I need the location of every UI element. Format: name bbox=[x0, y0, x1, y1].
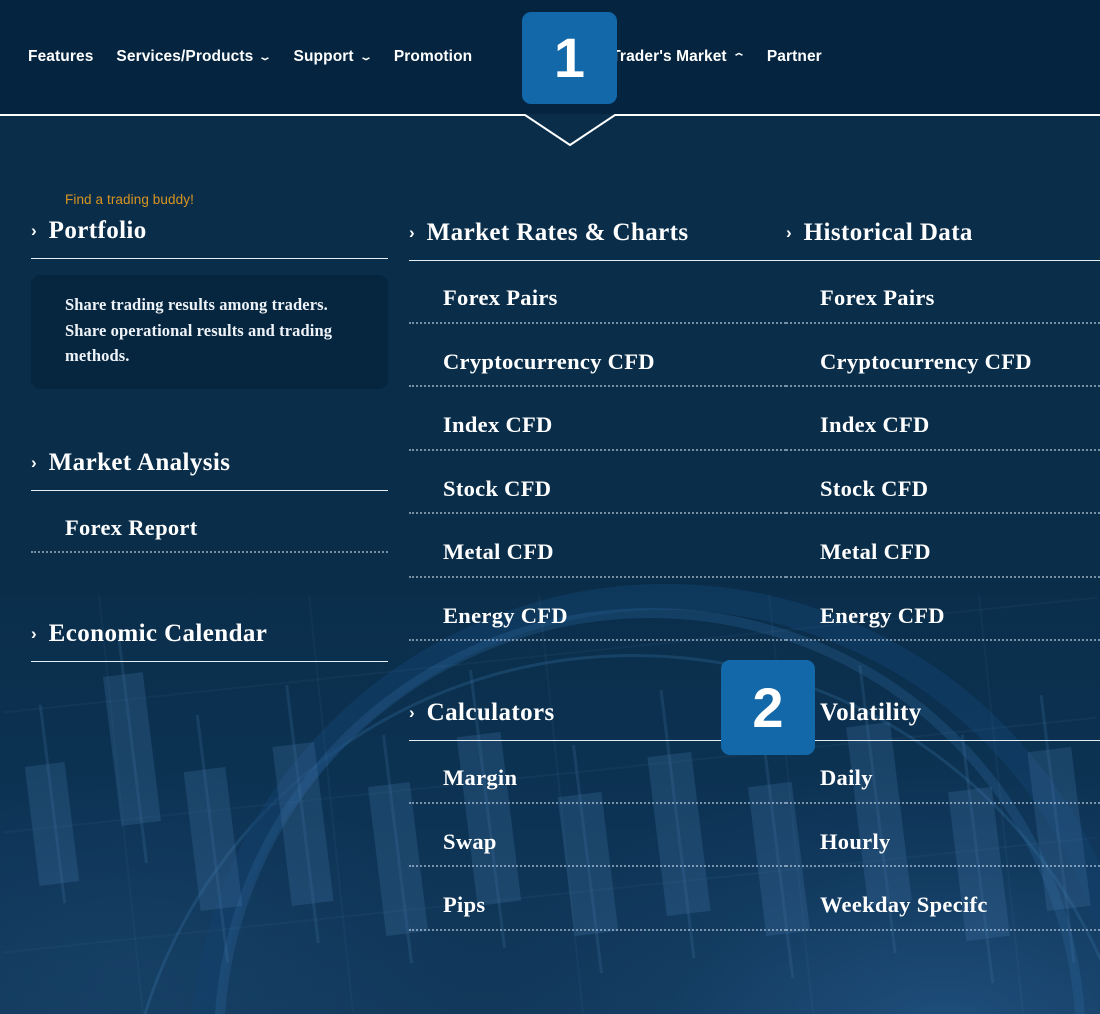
menu-column-middle: › Market Rates & Charts Forex Pairs Cryp… bbox=[409, 114, 786, 931]
nav-item-label: Promotion bbox=[393, 48, 473, 66]
divider-solid bbox=[31, 258, 388, 259]
menu-item-stock-cfd[interactable]: Stock CFD bbox=[820, 477, 1100, 501]
menu-item-hourly[interactable]: Hourly bbox=[820, 830, 1100, 854]
portfolio-description-text: Share trading results among traders. Sha… bbox=[65, 295, 333, 366]
menu-group-title: Calculators bbox=[426, 699, 555, 726]
menu-item-daily[interactable]: Daily bbox=[820, 766, 1100, 790]
menu-item-stock-cfd[interactable]: Stock CFD bbox=[443, 477, 786, 501]
menu-group-title: Market Analysis bbox=[48, 448, 231, 476]
menu-column-right: › Historical Data Forex Pairs Cryptocurr… bbox=[786, 114, 1100, 931]
menu-group-market-analysis[interactable]: › Market Analysis bbox=[31, 449, 388, 477]
menu-column-left: Find a trading buddy! › Portfolio Share … bbox=[31, 114, 388, 663]
menu-group-economic-calendar[interactable]: › Economic Calendar bbox=[31, 620, 388, 648]
nav-item-label: Support bbox=[293, 48, 354, 66]
chevron-down-icon: ⌄ bbox=[258, 51, 273, 63]
portfolio-tagline: Find a trading buddy! bbox=[65, 192, 194, 207]
divider-solid bbox=[31, 661, 388, 663]
chevron-right-icon: › bbox=[31, 221, 37, 240]
menu-group-title: Economic Calendar bbox=[48, 620, 268, 648]
nav-item-services-products[interactable]: Services/Products ⌄ bbox=[116, 48, 273, 66]
step-badge-1-label: 1 bbox=[553, 26, 586, 89]
menu-item-cryptocurrency-cfd[interactable]: Cryptocurrency CFD bbox=[443, 350, 786, 374]
step-badge-1: 1 bbox=[522, 12, 617, 104]
menu-item-forex-pairs[interactable]: Forex Pairs bbox=[443, 286, 786, 310]
menu-item-forex-pairs[interactable]: Forex Pairs bbox=[820, 286, 1100, 310]
nav-item-promotion[interactable]: Promotion bbox=[394, 49, 472, 65]
menu-group-historical-data[interactable]: › Historical Data bbox=[786, 219, 1100, 247]
chevron-right-icon: › bbox=[786, 223, 792, 242]
nav-item-label: Partner bbox=[766, 48, 822, 66]
nav-item-label: Services/Products bbox=[116, 48, 254, 66]
menu-item-margin[interactable]: Margin bbox=[443, 766, 786, 790]
menu-group-portfolio[interactable]: › Portfolio bbox=[31, 217, 388, 245]
portfolio-description-box: Share trading results among traders. Sha… bbox=[31, 275, 388, 389]
menu-item-swap[interactable]: Swap bbox=[443, 830, 786, 854]
nav-item-support[interactable]: Support ⌄ bbox=[293, 48, 374, 66]
menu-item-forex-report[interactable]: Forex Report bbox=[65, 516, 388, 540]
left-tagline-wrap: Find a trading buddy! bbox=[31, 192, 388, 207]
menu-group-title: Portfolio bbox=[48, 217, 147, 244]
menu-group-title: Market Rates & Charts bbox=[426, 219, 689, 246]
chevron-right-icon: › bbox=[31, 452, 37, 472]
menu-item-energy-cfd[interactable]: Energy CFD bbox=[820, 604, 1100, 628]
menu-group-title: Historical Data bbox=[803, 219, 973, 246]
chevron-right-icon: › bbox=[409, 223, 415, 242]
nav-item-label: Features bbox=[28, 48, 94, 66]
menu-item-index-cfd[interactable]: Index CFD bbox=[820, 413, 1100, 437]
chevron-right-icon: › bbox=[31, 624, 37, 644]
mega-menu-content: Find a trading buddy! › Portfolio Share … bbox=[0, 114, 1100, 1014]
nav-item-features[interactable]: Features bbox=[28, 49, 93, 65]
nav-item-traders-market[interactable]: Trader's Market ⌃ bbox=[611, 48, 747, 66]
divider-dotted bbox=[409, 928, 786, 931]
menu-item-pips[interactable]: Pips bbox=[443, 893, 786, 917]
menu-item-energy-cfd[interactable]: Energy CFD bbox=[443, 604, 786, 628]
chevron-up-icon: ⌃ bbox=[731, 51, 747, 63]
chevron-down-icon: ⌄ bbox=[358, 51, 374, 63]
mega-menu-screen: Features Services/Products ⌄ Support ⌄ P… bbox=[0, 0, 1100, 1014]
menu-item-metal-cfd[interactable]: Metal CFD bbox=[443, 540, 786, 564]
nav-item-label: Trader's Market bbox=[611, 48, 727, 66]
divider-dotted bbox=[786, 928, 1100, 931]
menu-item-cryptocurrency-cfd[interactable]: Cryptocurrency CFD bbox=[820, 350, 1100, 374]
chevron-right-icon: › bbox=[409, 703, 415, 722]
nav-item-partner[interactable]: Partner bbox=[767, 49, 822, 65]
step-badge-2: 2 bbox=[721, 660, 815, 755]
menu-item-weekday-specific[interactable]: Weekday Specifc bbox=[820, 893, 1100, 917]
menu-group-volatility[interactable]: Volatility bbox=[786, 699, 1100, 727]
menu-item-metal-cfd[interactable]: Metal CFD bbox=[820, 540, 1100, 564]
step-badge-2-label: 2 bbox=[752, 675, 784, 739]
menu-item-forex-report-wrap: Forex Report bbox=[31, 516, 388, 540]
menu-group-market-rates-charts[interactable]: › Market Rates & Charts bbox=[409, 219, 786, 247]
menu-item-index-cfd[interactable]: Index CFD bbox=[443, 413, 786, 437]
